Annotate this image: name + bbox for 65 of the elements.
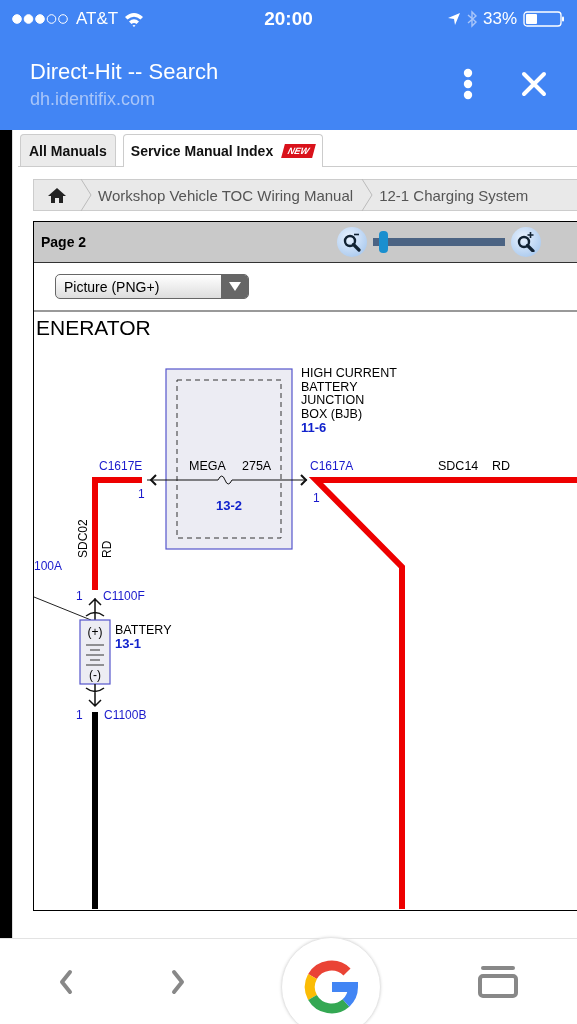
home-icon[interactable] bbox=[48, 187, 66, 203]
back-button[interactable] bbox=[57, 969, 74, 995]
google-button[interactable] bbox=[281, 937, 382, 1024]
carrier-name: AT&T bbox=[76, 9, 119, 29]
battery-symbol bbox=[79, 619, 111, 685]
connector-id: C1617E bbox=[99, 459, 143, 473]
wifi-icon bbox=[124, 11, 145, 27]
more-options-icon bbox=[463, 68, 473, 100]
battery-name: BATTERY bbox=[115, 623, 172, 637]
connector-symbol bbox=[85, 683, 105, 707]
zoom-in-icon bbox=[516, 232, 536, 252]
pin-number: 1 bbox=[313, 491, 320, 505]
battery-terminal: (+) bbox=[87, 625, 103, 639]
google-logo bbox=[303, 959, 360, 1015]
connector-symbol bbox=[85, 597, 105, 621]
page-label: Page 2 bbox=[41, 234, 88, 250]
format-dropdown[interactable]: Picture (PNG+) bbox=[55, 274, 249, 299]
connector-id: C1100B bbox=[104, 708, 147, 722]
page-url: dh.identifix.com bbox=[30, 88, 157, 110]
diagram-title: ENERATOR bbox=[36, 316, 151, 339]
signal-strength-icon bbox=[12, 14, 70, 24]
battery-terminal: (-) bbox=[89, 668, 101, 682]
tab[interactable]: Service Manual Index NEW bbox=[122, 134, 324, 167]
zoom-out-button[interactable] bbox=[337, 227, 367, 257]
location-arrow-icon bbox=[447, 12, 461, 26]
caret-icon bbox=[228, 282, 241, 291]
wire-color-code: RD bbox=[492, 459, 511, 473]
clock-time: 20:00 bbox=[264, 8, 313, 30]
page-title: Direct-Hit -- Search bbox=[30, 58, 220, 85]
tab[interactable]: All Manuals bbox=[20, 134, 116, 166]
chevron-left-icon bbox=[57, 969, 74, 995]
wire-color-code: RD bbox=[100, 540, 114, 558]
breadcrumb-separator-icon bbox=[361, 179, 374, 211]
fuse-name: MEGA bbox=[189, 459, 226, 473]
battery-ref: 13-1 bbox=[115, 636, 142, 651]
pin-number: 1 bbox=[76, 708, 83, 722]
chevron-right-icon bbox=[169, 969, 186, 995]
battery-percent: 33% bbox=[483, 9, 517, 29]
connector-id: C1100F bbox=[103, 589, 145, 603]
forward-button[interactable] bbox=[169, 969, 186, 995]
close-icon bbox=[521, 71, 547, 97]
junction-box-ref: 11-6 bbox=[301, 420, 327, 435]
zoom-in-button[interactable] bbox=[511, 227, 541, 257]
zoom-out-icon bbox=[342, 232, 362, 252]
tabs-button[interactable] bbox=[477, 966, 520, 998]
connector-id: C1617A bbox=[310, 459, 354, 473]
wire-circuit: SDC02 bbox=[76, 519, 90, 558]
breadcrumb-link[interactable]: Workshop Vehicle TOC Wiring Manual bbox=[92, 186, 362, 204]
connector-label: 100A bbox=[34, 559, 63, 573]
fuse-rating: 275A bbox=[242, 459, 272, 473]
battery-icon bbox=[523, 10, 565, 28]
pin-number: 1 bbox=[138, 487, 145, 501]
bluetooth-icon bbox=[467, 10, 477, 28]
slider-thumb[interactable] bbox=[379, 231, 389, 253]
pin-number: 1 bbox=[76, 589, 83, 603]
breadcrumb-separator-icon bbox=[80, 179, 92, 211]
breadcrumb-link[interactable]: 12-1 Charging System bbox=[373, 186, 537, 204]
wire-circuit: SDC14 bbox=[438, 459, 479, 473]
new-badge: NEW bbox=[281, 144, 317, 158]
close-button[interactable] bbox=[521, 71, 547, 97]
junction-box-name: HIGH CURRENT BATTERY JUNCTION BOX (BJB) bbox=[301, 366, 397, 422]
battery-cells bbox=[85, 644, 105, 666]
tabs-icon bbox=[477, 966, 520, 998]
fuse-ref: 13-2 bbox=[216, 498, 242, 513]
more-options-button[interactable] bbox=[463, 68, 473, 100]
